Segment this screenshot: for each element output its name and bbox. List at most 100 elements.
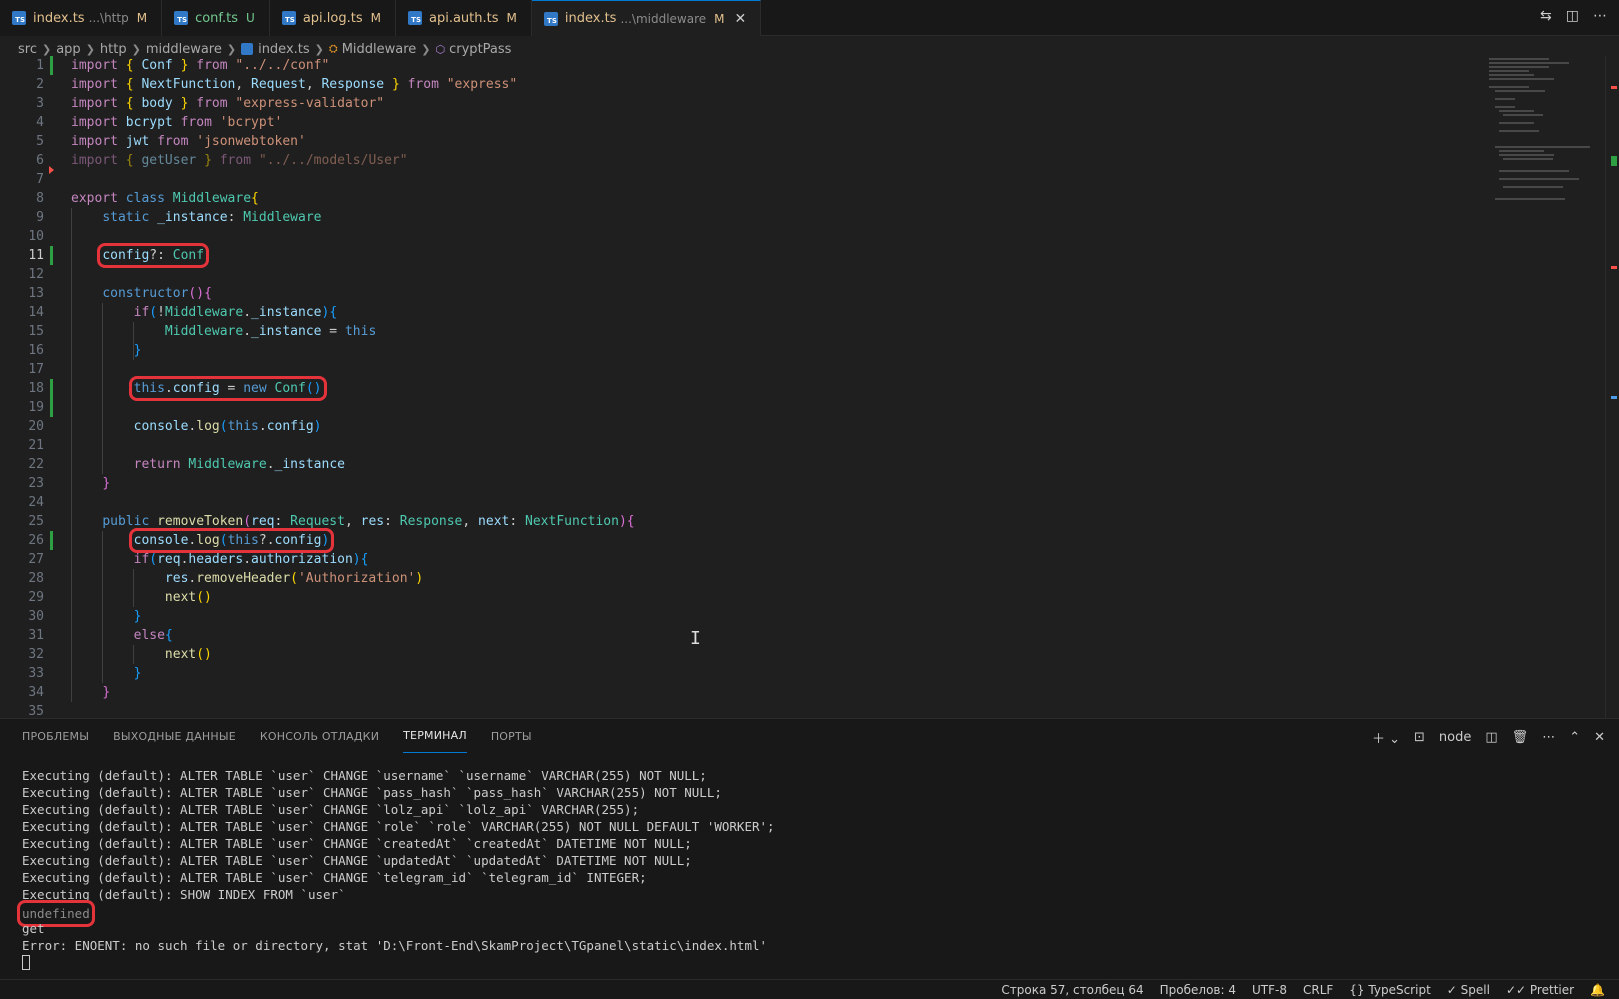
code-line: Middleware._instance = this	[164, 324, 377, 339]
tab-problems[interactable]: ПРОБЛЕМЫ	[22, 719, 89, 755]
line-number: 16	[28, 343, 44, 358]
breadcrumb-item[interactable]: app	[56, 42, 80, 57]
code-line: public removeToken(req: Request, res: Re…	[102, 514, 635, 529]
line-number: 26	[28, 533, 44, 548]
code-line: }	[102, 685, 111, 700]
notifications-bell-icon[interactable]: 🔔	[1590, 983, 1605, 997]
more-actions-icon[interactable]: ⋯	[1593, 8, 1607, 24]
code-content[interactable]: import { Conf } from "../../conf" import…	[71, 56, 635, 721]
line-number: 15	[28, 324, 44, 339]
panel-tabs: ПРОБЛЕМЫ ВЫХОДНЫЕ ДАННЫЕ КОНСОЛЬ ОТЛАДКИ…	[22, 719, 532, 755]
tab-api-log[interactable]: TS api.log.ts M	[269, 0, 396, 36]
typescript-file-icon: TS	[281, 11, 296, 25]
prettier-label: Prettier	[1529, 983, 1575, 997]
git-added-indicator[interactable]	[50, 531, 53, 550]
line-number: 33	[28, 666, 44, 681]
tab-debug-console[interactable]: КОНСОЛЬ ОТЛАДКИ	[260, 719, 379, 755]
line-number: 2	[36, 77, 44, 92]
trash-icon[interactable]: 🗑	[1512, 730, 1529, 745]
terminal-line: Executing (default): ALTER TABLE `user` …	[22, 870, 647, 885]
line-number: 14	[28, 305, 44, 320]
line-number: 21	[28, 438, 44, 453]
language-mode[interactable]: {} TypeScript	[1349, 983, 1430, 997]
code-line: if(!Middleware._instance){	[133, 305, 338, 320]
tab-ports[interactable]: ПОРТЫ	[491, 719, 532, 755]
code-line: config?: Conf	[71, 243, 635, 268]
spell-check[interactable]: ✓ Spell	[1447, 983, 1490, 997]
terminal-line: Executing (default): SHOW INDEX FROM `us…	[22, 887, 346, 902]
tab-label: conf.ts	[195, 10, 239, 26]
maximize-panel-icon[interactable]: ⌃	[1569, 730, 1580, 745]
breadcrumb-item[interactable]: cryptPass	[449, 42, 511, 57]
tab-conf[interactable]: TS conf.ts U	[162, 0, 270, 36]
line-number: 27	[28, 552, 44, 567]
terminal-line: Executing (default): ALTER TABLE `user` …	[22, 836, 692, 851]
tab-status: M	[506, 11, 517, 25]
git-deleted-indicator[interactable]	[49, 166, 54, 174]
breadcrumb-item[interactable]: Middleware	[342, 42, 417, 57]
typescript-file-icon: TS	[174, 11, 189, 25]
tab-output[interactable]: ВЫХОДНЫЕ ДАННЫЕ	[113, 719, 236, 755]
code-line: return Middleware._instance	[133, 457, 345, 472]
breadcrumb-item[interactable]: src	[18, 42, 37, 57]
tab-path: ...\middleware	[620, 11, 707, 26]
code-editor[interactable]: 1 2 3 4 5 6 7 8 9 10 11 12 13 14 15 16 1…	[0, 56, 1619, 721]
terminal-line: Executing (default): ALTER TABLE `user` …	[22, 768, 707, 783]
code-line: export class Middleware{	[71, 191, 259, 206]
git-added-indicator[interactable]	[50, 56, 53, 75]
braces-icon: {}	[1349, 983, 1365, 997]
more-actions-icon[interactable]: ⋯	[1542, 730, 1555, 745]
scrollbar-marker	[1611, 156, 1617, 166]
breadcrumb-item[interactable]: index.ts	[258, 42, 310, 57]
close-panel-icon[interactable]: ✕	[1594, 730, 1605, 745]
tab-status: M	[370, 11, 381, 25]
tab-terminal[interactable]: ТЕРМИНАЛ	[403, 721, 467, 753]
tab-index-http[interactable]: TS index.ts ...\http M	[0, 0, 163, 36]
tab-index-middleware[interactable]: TS index.ts ...\middleware M ✕	[531, 0, 762, 36]
line-number: 18	[28, 381, 44, 396]
bottom-panel: ПРОБЛЕМЫ ВЫХОДНЫЕ ДАННЫЕ КОНСОЛЬ ОТЛАДКИ…	[0, 718, 1619, 979]
line-number: 3	[36, 96, 44, 111]
spell-label: Spell	[1460, 983, 1490, 997]
minimap[interactable]	[1489, 56, 1599, 206]
code-line: if(req.headers.authorization){	[133, 552, 369, 567]
prettier-status[interactable]: ✓✓ Prettier	[1506, 983, 1574, 997]
encoding[interactable]: UTF-8	[1252, 983, 1287, 997]
line-number: 17	[28, 362, 44, 377]
vertical-scrollbar[interactable]	[1605, 56, 1619, 718]
terminal-shell-name[interactable]: node	[1439, 730, 1471, 745]
git-added-indicator[interactable]	[50, 379, 53, 417]
terminal-shell-icon: ⊡	[1414, 730, 1425, 745]
breadcrumb-item[interactable]: middleware	[146, 42, 222, 57]
breadcrumb-item[interactable]: http	[100, 42, 127, 57]
indentation[interactable]: Пробелов: 4	[1160, 983, 1236, 997]
end-of-line[interactable]: CRLF	[1303, 983, 1333, 997]
status-bar: Строка 57, столбец 64 Пробелов: 4 UTF-8 …	[0, 979, 1619, 999]
compare-changes-icon[interactable]: ⇆	[1540, 8, 1552, 24]
line-number: 28	[28, 571, 44, 586]
terminal-cursor	[22, 955, 30, 970]
chevron-right-icon: ❯	[421, 42, 431, 56]
split-editor-icon[interactable]: ◫	[1566, 8, 1579, 24]
line-number: 23	[28, 476, 44, 491]
terminal-prompt[interactable]	[22, 954, 775, 971]
new-terminal-icon[interactable]: ＋ ⌄	[1372, 728, 1400, 747]
code-line: import { body } from "express-validator"	[71, 96, 385, 111]
code-line: this.config = new Conf()	[71, 376, 635, 401]
line-number: 5	[36, 134, 44, 149]
line-number-gutter: 1 2 3 4 5 6 7 8 9 10 11 12 13 14 15 16 1…	[0, 56, 56, 721]
code-line: console.log(this?.config)	[71, 528, 635, 553]
code-line: constructor(){	[102, 286, 212, 301]
scrollbar-marker	[1611, 86, 1617, 89]
split-terminal-icon[interactable]: ◫	[1485, 730, 1497, 745]
terminal-output[interactable]: Executing (default): ALTER TABLE `user` …	[17, 767, 775, 971]
close-icon[interactable]: ✕	[735, 11, 747, 27]
chevron-right-icon: ❯	[131, 42, 141, 56]
status-bar-right: Строка 57, столбец 64 Пробелов: 4 UTF-8 …	[1001, 980, 1605, 999]
cursor-position[interactable]: Строка 57, столбец 64	[1001, 983, 1143, 997]
tab-api-auth[interactable]: TS api.auth.ts M	[396, 0, 532, 36]
git-added-indicator[interactable]	[50, 246, 53, 265]
